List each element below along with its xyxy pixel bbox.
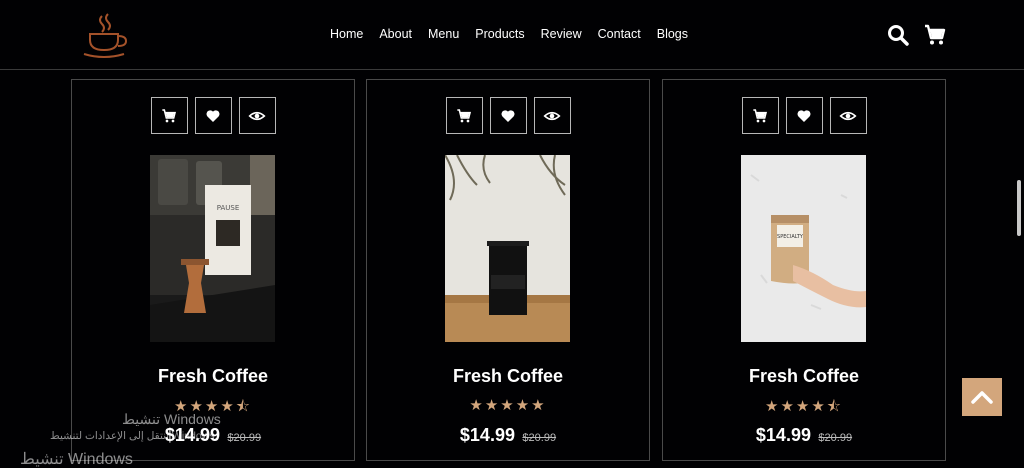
card-actions xyxy=(72,97,354,134)
site-header: Home About Menu Products Review Contact … xyxy=(0,0,1024,70)
product-card: SPECIALTY Fresh Coffee ★★★★⯪ $14.99 $20.… xyxy=(662,79,946,461)
nav-blogs[interactable]: Blogs xyxy=(657,27,688,41)
quick-view-button[interactable] xyxy=(533,97,571,134)
product-image[interactable]: PAUSE xyxy=(150,155,275,342)
star-rating: ★★★★⯪ xyxy=(765,398,843,415)
cart-icon xyxy=(753,108,768,122)
quick-view-button[interactable] xyxy=(829,97,867,134)
card-actions xyxy=(663,97,945,134)
old-price: $20.99 xyxy=(818,432,853,444)
main-nav: Home About Menu Products Review Contact … xyxy=(322,27,696,41)
svg-text:PAUSE: PAUSE xyxy=(217,204,240,212)
activation-watermark-title: تنشيط Windows xyxy=(122,411,221,427)
star-rating: ★★★★★ xyxy=(469,397,547,414)
product-image[interactable]: SPECIALTY xyxy=(741,155,866,342)
activation-watermark-subtitle: انتقل إلى الإعدادات لتنشيط Windows. xyxy=(50,430,218,442)
eye-icon xyxy=(543,111,561,120)
chevron-up-icon xyxy=(971,391,993,404)
nav-products[interactable]: Products xyxy=(475,27,524,41)
add-to-cart-button[interactable] xyxy=(445,97,483,134)
product-name[interactable]: Fresh Coffee xyxy=(663,366,945,387)
nav-menu[interactable]: Menu xyxy=(428,27,459,41)
quick-view-button[interactable] xyxy=(238,97,276,134)
heart-icon xyxy=(797,109,811,122)
price: $14.99 xyxy=(459,425,515,445)
price-row: $14.99 $20.99 xyxy=(367,425,649,446)
nav-about[interactable]: About xyxy=(379,27,412,41)
eye-icon xyxy=(839,111,857,120)
scroll-to-top-button[interactable] xyxy=(962,378,1002,416)
coffee-cup-logo[interactable] xyxy=(80,12,130,58)
cart-icon xyxy=(162,108,177,122)
heart-icon xyxy=(206,109,220,122)
old-price: $20.99 xyxy=(522,432,557,444)
scrollbar-thumb[interactable] xyxy=(1017,180,1021,236)
old-price: $20.99 xyxy=(227,432,262,444)
product-card: PAUSE Fresh Coffee ★★★★⯪ $14.99 $20.99 xyxy=(71,79,355,461)
product-image[interactable] xyxy=(445,155,570,342)
price: $14.99 xyxy=(755,425,811,445)
product-name[interactable]: Fresh Coffee xyxy=(72,366,354,387)
card-actions xyxy=(367,97,649,134)
add-to-cart-button[interactable] xyxy=(150,97,188,134)
eye-icon xyxy=(248,111,266,120)
cart-icon xyxy=(457,108,472,122)
svg-text:SPECIALTY: SPECIALTY xyxy=(777,234,804,240)
wishlist-button[interactable] xyxy=(489,97,527,134)
wishlist-button[interactable] xyxy=(785,97,823,134)
activation-watermark-large: تنشيط Windows xyxy=(20,451,133,468)
product-card: Fresh Coffee ★★★★★ $14.99 $20.99 xyxy=(366,79,650,461)
nav-review[interactable]: Review xyxy=(541,27,582,41)
wishlist-button[interactable] xyxy=(194,97,232,134)
heart-icon xyxy=(501,109,515,122)
nav-contact[interactable]: Contact xyxy=(598,27,641,41)
nav-home[interactable]: Home xyxy=(330,27,363,41)
add-to-cart-button[interactable] xyxy=(741,97,779,134)
price-row: $14.99 $20.99 xyxy=(663,425,945,446)
product-name[interactable]: Fresh Coffee xyxy=(367,366,649,387)
cart-icon[interactable] xyxy=(923,23,947,47)
search-icon[interactable] xyxy=(886,23,910,47)
